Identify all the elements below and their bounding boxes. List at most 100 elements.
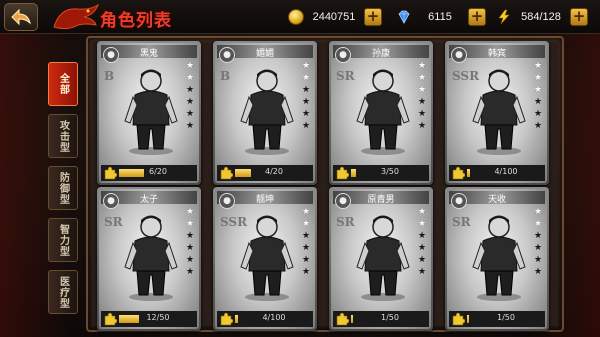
star-icon: ★: [417, 255, 427, 265]
star-icon: ★: [417, 109, 427, 119]
star-icon: ★: [185, 207, 195, 217]
star-icon: ★: [417, 73, 427, 83]
tab-label: 全部: [57, 73, 69, 95]
star-icon: ★: [301, 267, 311, 277]
energy-resource: 584/128 +: [496, 6, 588, 28]
back-button[interactable]: [4, 3, 38, 31]
puzzle-piece-icon: [336, 312, 349, 326]
fragment-count: 1/50: [497, 313, 515, 322]
puzzle-piece-icon: [220, 312, 233, 326]
star-icon: ★: [301, 73, 311, 83]
tab-all[interactable]: 全部: [48, 62, 78, 106]
card-body: 太子 ● SR ★ ★ ★ ★ ★ ★ 12/50: [99, 189, 199, 329]
character-card-hanbin[interactable]: 韩宾 ● SSR ★ ★ ★ ★ ★ ★ 4/100: [445, 41, 549, 185]
class-badge-icon: ●: [451, 47, 467, 63]
star-rating: ★ ★ ★ ★ ★ ★: [301, 61, 311, 133]
fragment-count: 1/50: [381, 313, 399, 322]
star-icon: ★: [417, 97, 427, 107]
class-badge-icon: ●: [219, 47, 235, 63]
star-rating: ★ ★ ★ ★ ★ ★: [417, 61, 427, 133]
character-portrait: [356, 69, 410, 155]
class-badge-icon: ●: [103, 47, 119, 63]
star-icon: ★: [301, 61, 311, 71]
fragment-count: 4/20: [265, 167, 283, 176]
star-rating: ★ ★ ★ ★ ★ ★: [185, 61, 195, 133]
add-gold-button[interactable]: +: [364, 8, 382, 26]
star-icon: ★: [185, 97, 195, 107]
tab-medical[interactable]: 医疗型: [48, 270, 78, 314]
gem-resource: 6115 +: [396, 6, 486, 28]
fragment-bar: 6/20: [101, 165, 197, 181]
star-icon: ★: [533, 121, 543, 131]
card-body: 孙康 ● SR ★ ★ ★ ★ ★ ★ 3/50: [331, 43, 431, 183]
tab-defense[interactable]: 防御型: [48, 166, 78, 210]
star-icon: ★: [533, 219, 543, 229]
class-badge-icon: ●: [335, 193, 351, 209]
add-gem-button[interactable]: +: [468, 8, 486, 26]
title-area: 角色列表: [42, 0, 182, 34]
star-icon: ★: [185, 121, 195, 131]
top-bar: 角色列表 2440751 + 6115 + 584/128 +: [0, 0, 600, 34]
star-icon: ★: [301, 97, 311, 107]
star-icon: ★: [301, 219, 311, 229]
tab-intelligence[interactable]: 智力型: [48, 218, 78, 262]
fragment-count: 12/50: [146, 313, 170, 322]
star-icon: ★: [417, 267, 427, 277]
puzzle-piece-icon: [104, 166, 117, 180]
card-body: 天收 ● SR ★ ★ ★ ★ ★ ★ 1/50: [447, 189, 547, 329]
star-icon: ★: [533, 243, 543, 253]
star-rating: ★ ★ ★ ★ ★ ★: [533, 207, 543, 279]
star-icon: ★: [185, 243, 195, 253]
star-icon: ★: [533, 73, 543, 83]
fragment-count: 6/20: [149, 167, 167, 176]
star-icon: ★: [417, 243, 427, 253]
character-card-taizi[interactable]: 太子 ● SR ★ ★ ★ ★ ★ ★ 12/50: [97, 187, 201, 331]
star-rating: ★ ★ ★ ★ ★ ★: [417, 207, 427, 279]
tab-attack[interactable]: 攻击型: [48, 114, 78, 158]
star-icon: ★: [533, 97, 543, 107]
class-badge-icon: ●: [103, 193, 119, 209]
card-body: 黑鬼 ● B ★ ★ ★ ★ ★ ★ 6/20: [99, 43, 199, 183]
star-icon: ★: [185, 85, 195, 95]
card-body: 韩宾 ● SSR ★ ★ ★ ★ ★ ★ 4/100: [447, 43, 547, 183]
star-icon: ★: [301, 85, 311, 95]
character-portrait: [240, 69, 294, 155]
add-energy-button[interactable]: +: [570, 8, 588, 26]
star-icon: ★: [301, 243, 311, 253]
star-icon: ★: [301, 231, 311, 241]
star-icon: ★: [185, 267, 195, 277]
class-badge-icon: ●: [219, 193, 235, 209]
dragon-icon: [53, 3, 100, 30]
character-portrait: [124, 215, 178, 301]
character-portrait: [240, 215, 294, 301]
card-body: 原青男 ● SR ★ ★ ★ ★ ★ ★ 1/50: [331, 189, 431, 329]
fragment-bar: 12/50: [101, 311, 197, 327]
character-card-meimei[interactable]: 媚媚 ● B ★ ★ ★ ★ ★ ★ 4/20: [213, 41, 317, 185]
puzzle-piece-icon: [104, 312, 117, 326]
star-icon: ★: [417, 207, 427, 217]
tab-label: 智力型: [57, 223, 69, 257]
star-icon: ★: [185, 61, 195, 71]
star-icon: ★: [417, 85, 427, 95]
card-body: 靓坤 ● SSR ★ ★ ★ ★ ★ ★ 4/100: [215, 189, 315, 329]
fragment-bar: 1/50: [333, 311, 429, 327]
character-card-liangkun[interactable]: 靓坤 ● SSR ★ ★ ★ ★ ★ ★ 4/100: [213, 187, 317, 331]
fragment-count: 4/100: [262, 313, 286, 322]
star-icon: ★: [301, 255, 311, 265]
star-icon: ★: [417, 61, 427, 71]
puzzle-piece-icon: [452, 166, 465, 180]
character-card-sunkang[interactable]: 孙康 ● SR ★ ★ ★ ★ ★ ★ 3/50: [329, 41, 433, 185]
lightning-icon: [498, 9, 510, 25]
rank-label: B: [104, 69, 115, 83]
fragment-bar: 3/50: [333, 165, 429, 181]
star-icon: ★: [533, 85, 543, 95]
puzzle-piece-icon: [452, 312, 465, 326]
character-card-tianshou[interactable]: 天收 ● SR ★ ★ ★ ★ ★ ★ 1/50: [445, 187, 549, 331]
character-card-heigui[interactable]: 黑鬼 ● B ★ ★ ★ ★ ★ ★ 6/20: [97, 41, 201, 185]
star-rating: ★ ★ ★ ★ ★ ★: [185, 207, 195, 279]
back-arrow-icon: [11, 8, 31, 26]
star-icon: ★: [417, 121, 427, 131]
gem-value: 6115: [428, 11, 452, 23]
puzzle-piece-icon: [336, 166, 349, 180]
character-card-yuanqingnan[interactable]: 原青男 ● SR ★ ★ ★ ★ ★ ★ 1/50: [329, 187, 433, 331]
